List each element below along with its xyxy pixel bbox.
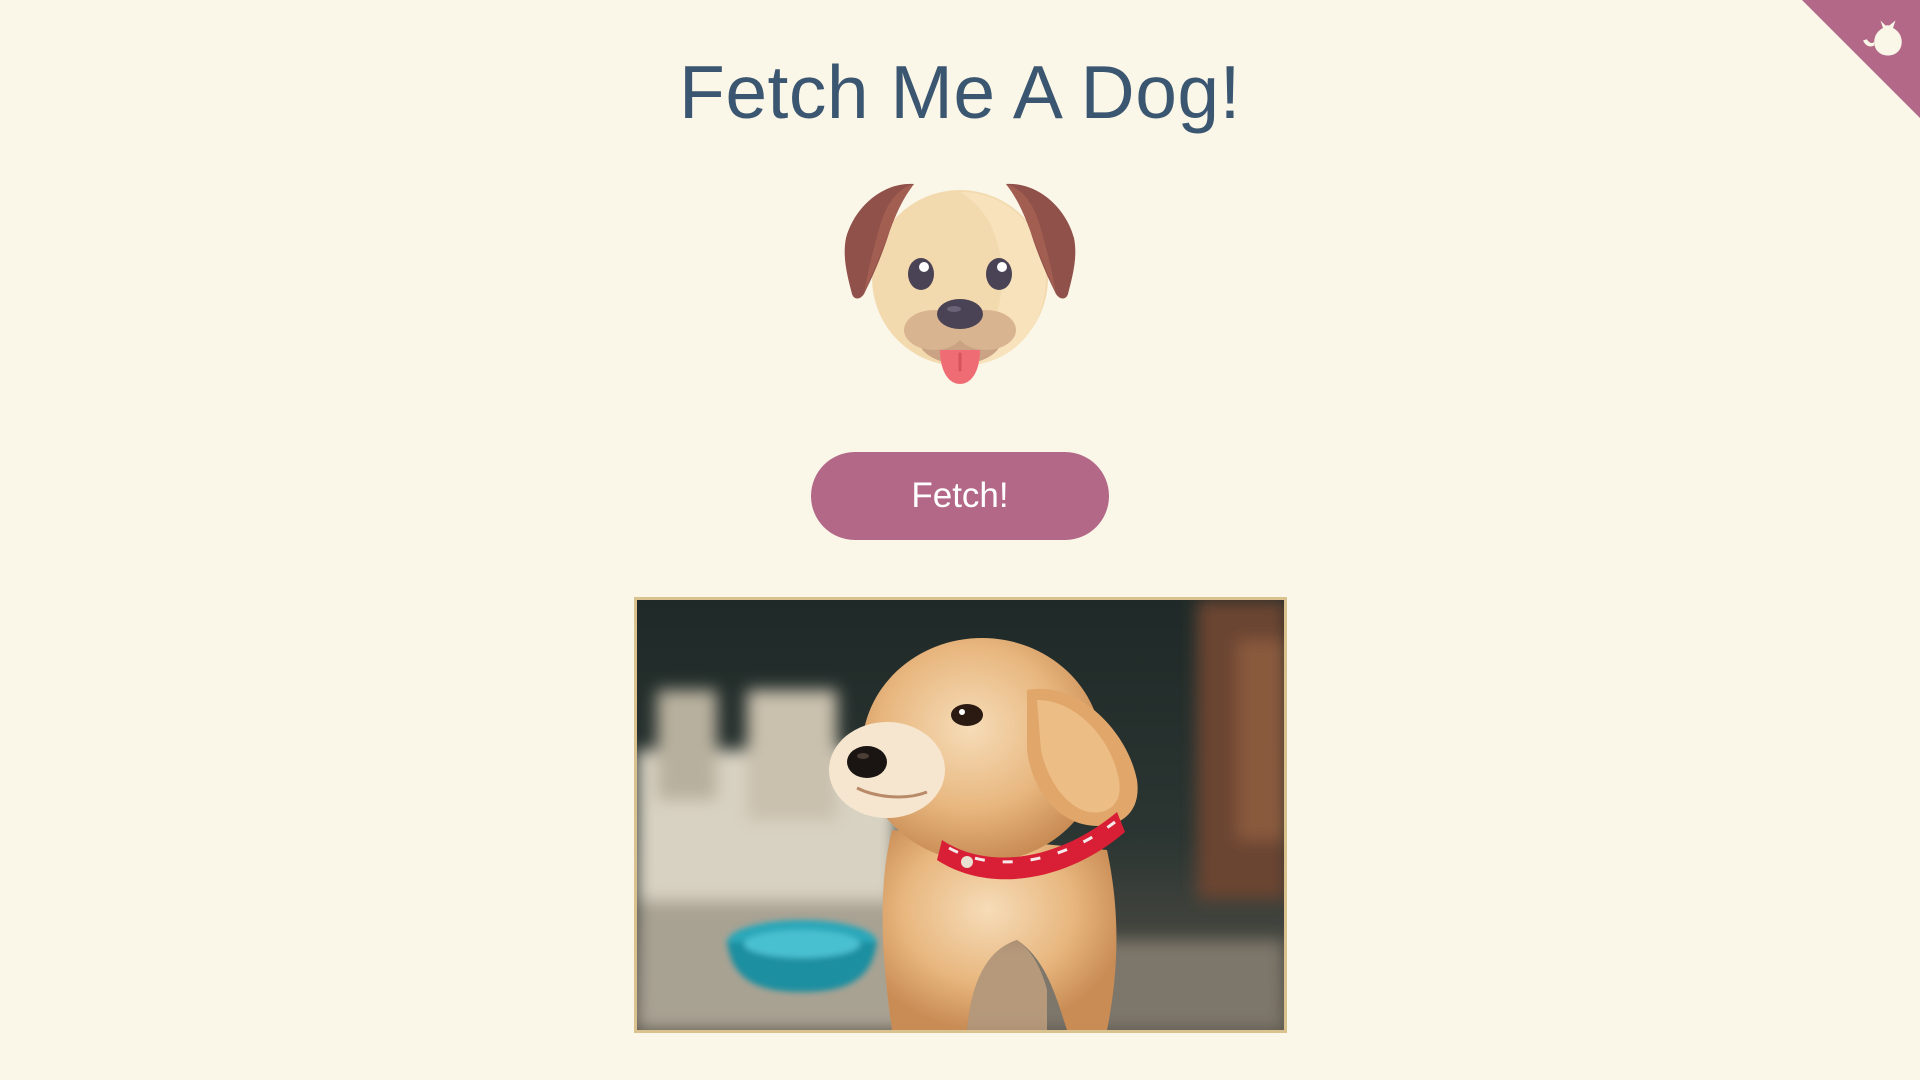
page: Fetch Me A Dog! Fetch!: [0, 0, 1920, 1080]
fetch-button[interactable]: Fetch!: [811, 452, 1109, 540]
page-title: Fetch Me A Dog!: [679, 50, 1241, 134]
puppy-image: [637, 600, 1284, 1030]
dog-photo: [634, 597, 1287, 1033]
dog-face-icon: [842, 178, 1078, 392]
